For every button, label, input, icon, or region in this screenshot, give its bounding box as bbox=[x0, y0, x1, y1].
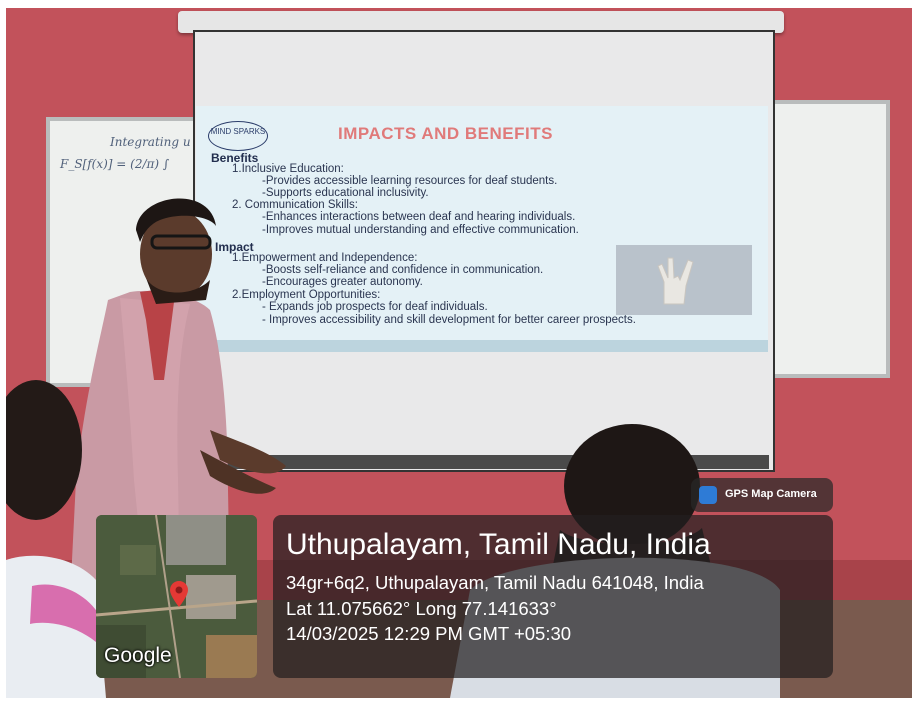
slide-line: -Enhances interactions between deaf and … bbox=[262, 211, 576, 223]
google-attribution: Google bbox=[104, 644, 172, 667]
sign-language-hand-icon bbox=[657, 257, 694, 305]
app-badge-label: GPS Map Camera bbox=[725, 488, 817, 500]
satellite-map-thumbnail: Google bbox=[96, 515, 257, 678]
whiteboard-right bbox=[764, 100, 890, 378]
photo-scene: Integrating u F_S[f(x)] = (2/π) ∫ MIND S… bbox=[0, 0, 915, 706]
location-coordinates: Lat 11.075662° Long 77.141633° bbox=[286, 598, 557, 619]
whiteboard-scribble: Integrating u bbox=[110, 135, 191, 149]
whiteboard-formula: F_S[f(x)] = (2/π) ∫ bbox=[60, 157, 170, 171]
slide-line: -Boosts self-reliance and confidence in … bbox=[262, 264, 544, 276]
slide-line: -Improves mutual understanding and effec… bbox=[262, 224, 579, 236]
slide-logo: MIND SPARKS bbox=[208, 121, 268, 151]
location-info-panel: Uthupalayam, Tamil Nadu, India 34gr+6q2,… bbox=[273, 515, 833, 678]
camera-pin-icon bbox=[699, 486, 717, 504]
location-address: 34gr+6q2, Uthupalayam, Tamil Nadu 641048… bbox=[286, 572, 704, 593]
map-pin-icon bbox=[170, 581, 188, 607]
slide-line: 1.Inclusive Education: bbox=[232, 163, 344, 175]
slide-line: -Provides accessible learning resources … bbox=[262, 175, 558, 187]
student-left-person bbox=[6, 380, 106, 698]
slide-title: IMPACTS AND BENEFITS bbox=[338, 124, 553, 143]
location-title: Uthupalayam, Tamil Nadu, India bbox=[286, 528, 711, 561]
gps-map-camera-badge: GPS Map Camera bbox=[691, 478, 833, 512]
slide-line: - Improves accessibility and skill devel… bbox=[262, 314, 636, 326]
location-datetime: 14/03/2025 12:29 PM GMT +05:30 bbox=[286, 623, 572, 644]
